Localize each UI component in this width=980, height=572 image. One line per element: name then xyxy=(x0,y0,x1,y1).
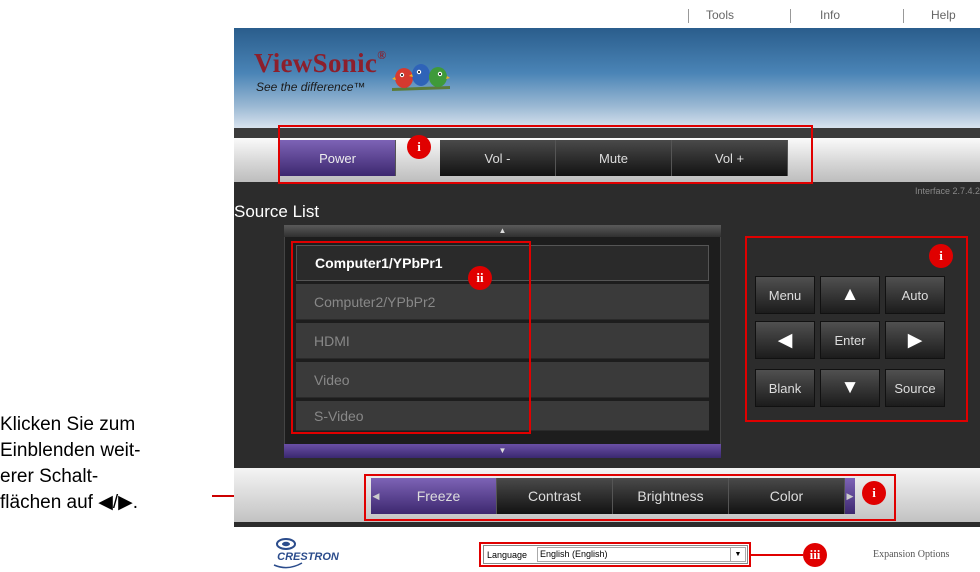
caption-line-3: erer Schalt- xyxy=(0,466,99,487)
nav-divider xyxy=(790,9,791,23)
nav-help-link[interactable]: Help xyxy=(931,8,956,22)
annotation-badge-i: i xyxy=(407,135,431,159)
annotation-frame-language xyxy=(479,542,751,567)
page: Klicken Sie zum Einblenden weit- erer Sc… xyxy=(0,0,980,572)
caption-text: Klicken Sie zum Einblenden weit- erer Sc… xyxy=(0,412,215,516)
crestron-wordmark: CRESTRON xyxy=(277,551,340,563)
annotation-frame-lower-toolbar xyxy=(364,474,896,521)
scroll-up-button[interactable]: ▲ xyxy=(284,225,721,237)
scroll-down-button[interactable]: ▼ xyxy=(284,444,721,458)
caption-line-1: Klicken Sie zum xyxy=(0,414,136,435)
brand-registered: ® xyxy=(377,48,387,62)
annotation-badge-i: i xyxy=(862,481,886,505)
annotation-badge-i: i xyxy=(929,244,953,268)
expansion-options-link[interactable]: Expansion Options xyxy=(873,549,949,560)
annotation-frame-toolbar xyxy=(278,125,813,184)
annotation-badge-iii: iii xyxy=(803,543,827,567)
annotation-connector xyxy=(751,554,803,556)
annotation-frame-source-list xyxy=(291,241,531,434)
caption-line-2: Einblenden weit- xyxy=(0,440,141,461)
caption-line-4: flächen auf ◀/▶. xyxy=(0,492,139,513)
interface-version: Interface 2.7.4.2 xyxy=(914,186,980,196)
crestron-logo-icon: CRESTRON xyxy=(273,538,340,569)
brand-tagline: See the difference™ xyxy=(256,80,366,94)
footer-divider xyxy=(234,522,980,527)
nav-info-link[interactable]: Info xyxy=(820,8,840,22)
nav-tools-link[interactable]: Tools xyxy=(706,8,734,22)
brand-logo: ViewSonic® xyxy=(254,48,386,79)
annotation-badge-ii: ii xyxy=(468,266,492,290)
source-list-title: Source List xyxy=(234,202,320,221)
nav-divider xyxy=(903,9,904,23)
top-nav: Tools Info Help xyxy=(234,0,980,28)
birds-logo-icon xyxy=(392,64,450,91)
nav-divider xyxy=(688,9,689,23)
brand-name: ViewSonic xyxy=(254,48,378,78)
